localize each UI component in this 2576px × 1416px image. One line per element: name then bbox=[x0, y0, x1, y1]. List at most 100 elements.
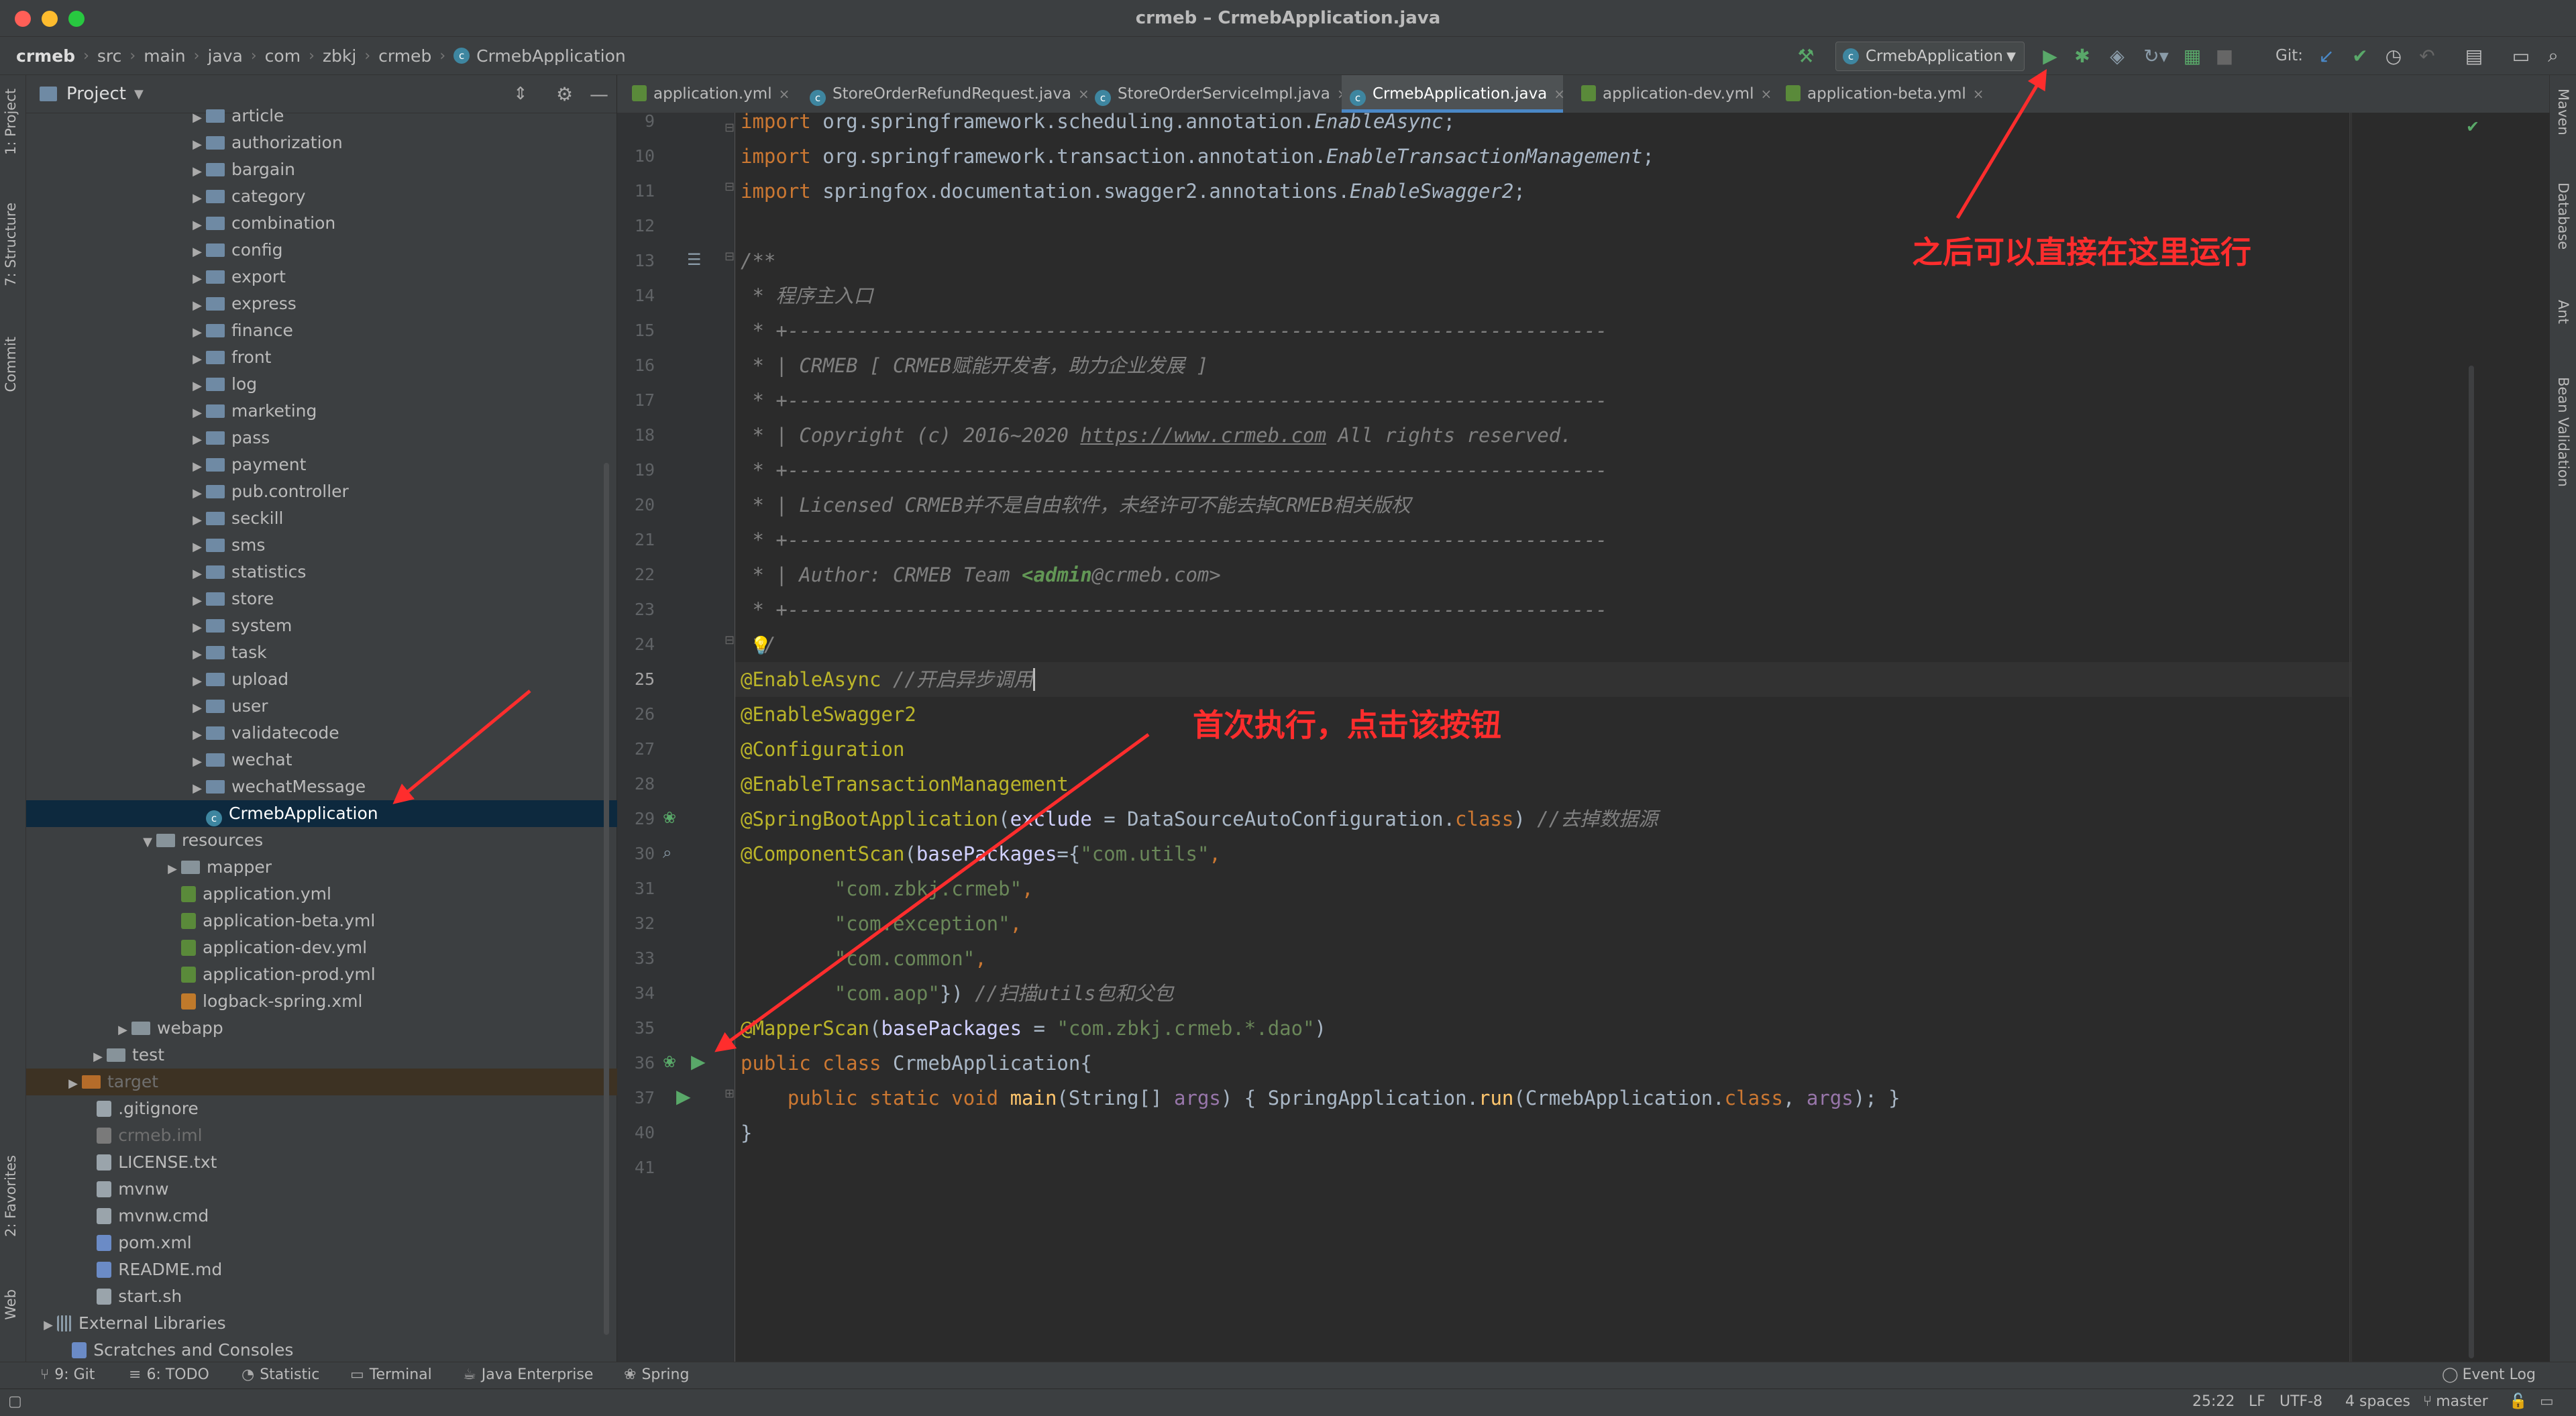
editor-tab[interactable]: application-dev.yml× bbox=[1573, 75, 1768, 113]
chevron-right-icon[interactable]: ▶ bbox=[189, 695, 206, 722]
line-number[interactable]: 25 bbox=[617, 662, 655, 697]
toggle-tool-windows-icon[interactable]: ▢ bbox=[8, 1388, 22, 1415]
gutter-run-class-icon[interactable]: ▶ bbox=[691, 1050, 706, 1073]
fold-marker-icon[interactable]: ⊞ bbox=[724, 1087, 735, 1101]
line-number[interactable]: 30 bbox=[617, 836, 655, 871]
line-number[interactable]: 27 bbox=[617, 732, 655, 767]
chevron-right-icon[interactable]: ▶ bbox=[189, 588, 206, 614]
code-editor[interactable] bbox=[735, 113, 2549, 1362]
fold-comment-icon[interactable]: ☰ bbox=[687, 250, 702, 269]
caret-position[interactable]: 25:22 bbox=[2192, 1388, 2235, 1415]
line-number[interactable]: 29 bbox=[617, 802, 655, 836]
file-encoding[interactable]: UTF-8 bbox=[2279, 1388, 2322, 1415]
breadcrumb-item[interactable]: java bbox=[207, 46, 242, 66]
chevron-right-icon[interactable]: ▶ bbox=[189, 292, 206, 319]
tree-item[interactable]: start.sh bbox=[26, 1283, 663, 1310]
close-tab-icon[interactable]: × bbox=[779, 86, 790, 102]
line-number[interactable]: 24 bbox=[617, 627, 655, 662]
copyright-link[interactable]: https://www.crmeb.com bbox=[1080, 424, 1326, 447]
spring-app-icon[interactable]: ❀ bbox=[663, 1052, 676, 1071]
line-number[interactable]: 36 bbox=[617, 1046, 655, 1081]
fold-marker-icon[interactable]: ⊟ bbox=[724, 633, 735, 647]
run-icon[interactable]: ▶ bbox=[2037, 44, 2063, 68]
chevron-right-icon[interactable]: ▶ bbox=[189, 507, 206, 534]
line-separator[interactable]: LF bbox=[2249, 1388, 2265, 1415]
close-tab-icon[interactable]: × bbox=[1554, 86, 1565, 102]
line-number[interactable]: 34 bbox=[617, 976, 655, 1011]
line-number[interactable]: 20 bbox=[617, 488, 655, 523]
chevron-right-icon[interactable]: ▶ bbox=[189, 105, 206, 131]
chevron-right-icon[interactable]: ▶ bbox=[189, 561, 206, 588]
search-icon[interactable]: ⌕ bbox=[2540, 44, 2567, 68]
tree-item[interactable]: README.md bbox=[26, 1256, 663, 1283]
fold-marker-icon[interactable]: ⊟ bbox=[724, 250, 735, 264]
chevron-right-icon[interactable]: ▶ bbox=[189, 614, 206, 641]
project-structure-icon[interactable]: ▤ bbox=[2461, 44, 2487, 68]
breadcrumb-item[interactable]: main bbox=[144, 46, 185, 66]
stop-icon[interactable]: ■ bbox=[2211, 44, 2238, 68]
tree-item[interactable]: crmeb.iml bbox=[26, 1122, 663, 1149]
line-number[interactable]: 16 bbox=[617, 348, 655, 383]
tree-item[interactable]: .gitignore bbox=[26, 1095, 663, 1122]
close-tab-icon[interactable]: × bbox=[1760, 86, 1772, 102]
line-number[interactable]: 32 bbox=[617, 906, 655, 941]
hide-panel-icon[interactable]: — bbox=[590, 83, 608, 105]
chevron-right-icon[interactable]: ▶ bbox=[189, 319, 206, 346]
web-tool-tab[interactable]: Web bbox=[3, 1289, 19, 1320]
breadcrumb-item[interactable]: CrmebApplication bbox=[476, 46, 626, 66]
chevron-right-icon[interactable]: ▶ bbox=[189, 722, 206, 749]
project-tool-tab[interactable]: 1: Project bbox=[3, 89, 19, 155]
editor-tab[interactable]: application-beta.yml× bbox=[1778, 75, 1979, 113]
gear-icon[interactable]: ⚙ bbox=[556, 83, 573, 105]
line-number[interactable]: 14 bbox=[617, 278, 655, 313]
project-scrollbar[interactable] bbox=[604, 463, 609, 1335]
breadcrumb-item[interactable]: com bbox=[265, 46, 301, 66]
tree-item[interactable]: mvnw.cmd bbox=[26, 1203, 663, 1230]
chevron-right-icon[interactable]: ▶ bbox=[189, 131, 206, 158]
chevron-right-icon[interactable]: ▶ bbox=[189, 534, 206, 561]
chevron-right-icon[interactable]: ▶ bbox=[164, 856, 181, 883]
chevron-down-icon[interactable]: ▼ bbox=[139, 829, 156, 856]
chevron-right-icon[interactable]: ▶ bbox=[189, 775, 206, 802]
memory-indicator-icon[interactable]: ▭ bbox=[2540, 1388, 2554, 1415]
chevron-right-icon[interactable]: ▶ bbox=[189, 668, 206, 695]
line-number[interactable]: 31 bbox=[617, 871, 655, 906]
line-number[interactable]: 37 bbox=[617, 1081, 655, 1115]
gutter-run-main-icon[interactable]: ▶ bbox=[676, 1085, 691, 1107]
chevron-right-icon[interactable]: ▶ bbox=[189, 480, 206, 507]
line-number[interactable]: 11 bbox=[617, 174, 655, 209]
chevron-right-icon[interactable]: ▶ bbox=[189, 400, 206, 427]
line-number[interactable]: 23 bbox=[617, 592, 655, 627]
tree-item[interactable]: pom.xml bbox=[26, 1230, 663, 1256]
line-number[interactable]: 28 bbox=[617, 767, 655, 802]
line-number[interactable]: 18 bbox=[617, 418, 655, 453]
git-commit-icon[interactable]: ✔ bbox=[2347, 44, 2373, 68]
project-panel-title[interactable]: Project bbox=[66, 84, 126, 104]
bottom-tool-tab[interactable]: ▭Terminal bbox=[350, 1362, 432, 1388]
code-minimap[interactable] bbox=[2351, 113, 2550, 1362]
spring-bean-icon[interactable]: ❀ bbox=[663, 808, 676, 827]
tree-item[interactable]: LICENSE.txt bbox=[26, 1149, 663, 1176]
line-number[interactable]: 12 bbox=[617, 209, 655, 243]
inspection-ok-icon[interactable]: ✔ bbox=[2466, 117, 2479, 136]
chevron-right-icon[interactable]: ▶ bbox=[189, 641, 206, 668]
chevron-right-icon[interactable]: ▶ bbox=[40, 1312, 57, 1339]
history-clock-icon[interactable]: ◷ bbox=[2380, 44, 2407, 68]
bean-validation-tool-tab[interactable]: Bean Validation bbox=[2555, 377, 2571, 487]
tree-item[interactable]: ▶webapp bbox=[26, 1015, 698, 1042]
chevron-down-icon[interactable]: ▼ bbox=[134, 87, 144, 101]
run-configuration-select[interactable]: c CrmebApplication ▼ bbox=[1835, 42, 2025, 71]
bottom-tool-tab[interactable]: ❀Spring bbox=[624, 1362, 689, 1388]
debug-bug-icon[interactable]: ✱ bbox=[2069, 44, 2096, 68]
collapse-all-icon[interactable]: ⇕ bbox=[513, 84, 528, 104]
line-number[interactable]: 26 bbox=[617, 697, 655, 732]
tree-item[interactable]: mvnw bbox=[26, 1176, 663, 1203]
git-branch[interactable]: ⑂master bbox=[2423, 1388, 2488, 1415]
bottom-tool-tab[interactable]: ≡6: TODO bbox=[129, 1362, 209, 1388]
commit-tool-tab[interactable]: Commit bbox=[3, 337, 19, 392]
line-number[interactable]: 17 bbox=[617, 383, 655, 418]
git-update-icon[interactable]: ↙ bbox=[2313, 44, 2340, 68]
breadcrumb-item[interactable]: crmeb bbox=[378, 46, 431, 66]
line-number[interactable]: 15 bbox=[617, 313, 655, 348]
line-number[interactable]: 40 bbox=[617, 1115, 655, 1150]
